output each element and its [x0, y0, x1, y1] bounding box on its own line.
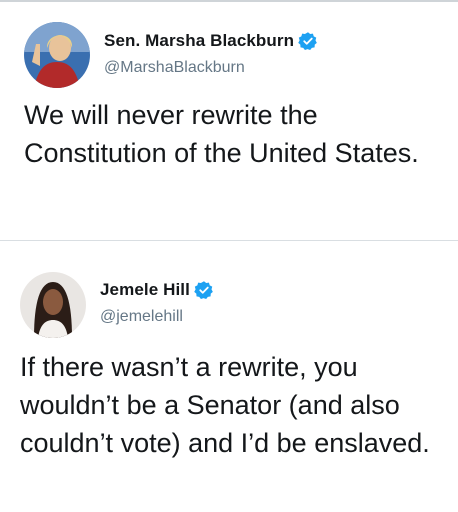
- tweet-text: We will never rewrite the Constitution o…: [24, 100, 419, 168]
- verified-badge-icon: [298, 31, 318, 51]
- author-name-row: Sen. Marsha Blackburn: [104, 31, 318, 51]
- tweet-text: If there wasn’t a rewrite, you wouldn’t …: [20, 352, 430, 458]
- author-handle[interactable]: @MarshaBlackburn: [104, 59, 245, 77]
- author-name-row: Jemele Hill: [100, 280, 214, 300]
- author-display-name[interactable]: Jemele Hill: [100, 280, 190, 300]
- avatar[interactable]: [20, 272, 86, 338]
- top-border: [0, 0, 458, 2]
- avatar[interactable]: [24, 22, 90, 88]
- author-handle[interactable]: @jemelehill: [100, 308, 183, 326]
- verified-badge-icon: [194, 280, 214, 300]
- author-display-name[interactable]: Sen. Marsha Blackburn: [104, 31, 294, 51]
- tweet-divider: [0, 240, 458, 241]
